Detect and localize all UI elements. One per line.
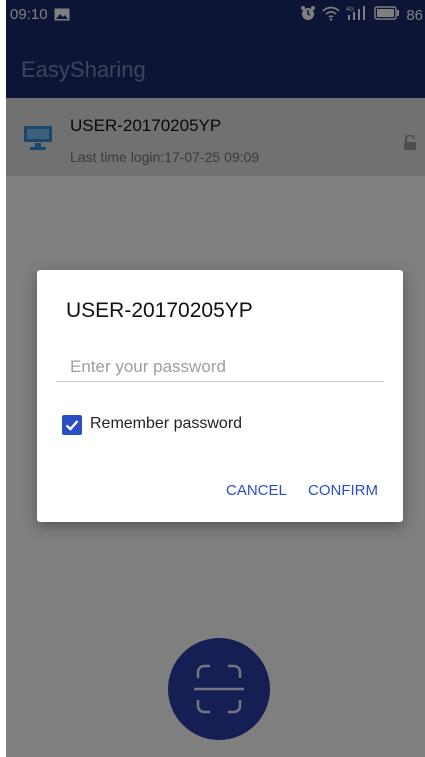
password-dialog: USER-20170205YP Remember password CANCEL… <box>37 270 403 522</box>
app-screen: 09:10 <box>6 0 425 757</box>
remember-checkbox[interactable] <box>62 415 82 435</box>
dialog-title: USER-20170205YP <box>66 299 253 322</box>
remember-label[interactable]: Remember password <box>90 415 242 433</box>
cancel-button[interactable]: CANCEL <box>226 482 287 499</box>
confirm-button[interactable]: CONFIRM <box>308 482 378 499</box>
check-icon <box>65 420 79 431</box>
password-input[interactable] <box>56 352 384 382</box>
